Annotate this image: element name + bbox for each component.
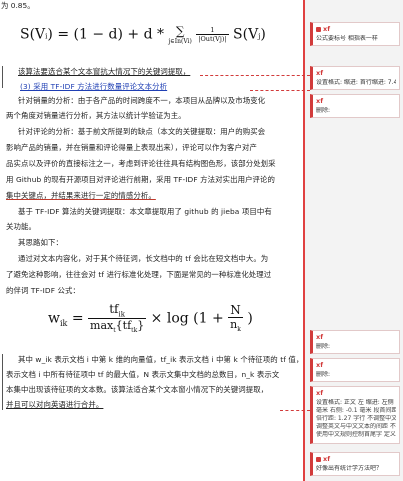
paragraph-line[interactable]: 基于 TF-IDF 算法的关键词提取：本文章提取用了 github 的 jieb… (18, 207, 300, 216)
formula-textrank: S(Vi) = (1 − d) + d * ∑ j∈In(Vi) 1 |Out(… (20, 24, 266, 45)
format-change-text: 设置格式: 缩进: 首行缩进: 7.4 毫米 (316, 79, 396, 86)
paragraph-line[interactable]: 并且可以对向英语进行合并。 (6, 400, 300, 409)
paragraph-line[interactable]: 的伴词 TF-IDF 公式： (6, 286, 300, 295)
paragraph-line[interactable]: 其思路如下： (18, 238, 300, 247)
paragraph-line[interactable]: 用 Github 的现有开源项目对评论进行前期，采用 TF-IDF 方法对实出用… (6, 175, 300, 184)
format-detail: 倍行距: 1.27 字行 不调整中文与单 (316, 415, 396, 422)
paragraph-line[interactable]: 针对评论的分析：基于前文所提到的缺点（本文的关键提取：用户的购买会 (18, 127, 300, 136)
comment-card[interactable]: xf 好像出有统计学方法吧？ (310, 452, 400, 476)
change-bar (2, 354, 3, 410)
change-bar (2, 66, 3, 88)
comment-icon (316, 26, 321, 32)
deletion-label: 删除: (316, 371, 331, 378)
comment-card[interactable]: xf 公式要标号 相指表一样 (310, 22, 400, 46)
comment-text: 公式要标号 相指表一样 (316, 35, 378, 42)
comment-connector (250, 90, 310, 91)
format-detail: 毫米 右侧: -0.1 毫米 段首间距: 段 (316, 407, 396, 414)
paragraph-line[interactable]: 了避免这种影响，往往会对 tf 进行标准化处理，下面是常见的一种标准化处理过 (6, 270, 300, 279)
top-fragment: 为 0.85。 (1, 1, 35, 10)
formula-tfidf: wik = tfik maxt{tftk} × log (1 + N nk ) (48, 302, 253, 335)
comment-connector (200, 75, 310, 76)
paragraph-line[interactable]: 影响产品的销量，并在销量和评论得量上表现出来），评论可以作为客户对产 (6, 143, 300, 152)
format-detail: 使用中文规则控制首尾字 定义网格 (316, 431, 396, 438)
format-change-text: 设置格式: 正文 左 缩进: 左侧 7 (316, 399, 396, 406)
paragraph-line[interactable]: 表示文档 i 中所有待征项中 tf 的最大值，N 表示文集中文档的总数目，n_k… (6, 370, 300, 379)
comment-text: 好像出有统计学方法吧？ (316, 465, 383, 472)
paragraph-line[interactable]: 本集中出现该待征项的文本数。该算法适合某个文本窗小情况下的关键词提取， (6, 385, 300, 394)
document-page[interactable]: 为 0.85。 S(Vi) = (1 − d) + d * ∑ j∈In(Vi)… (0, 0, 303, 481)
deletion-card[interactable]: xf 删除: (310, 358, 400, 382)
deletion-label: 删除: (316, 343, 331, 350)
paragraph-line[interactable]: 关功能。 (6, 222, 300, 231)
deletion-card[interactable]: xf 删除: (310, 94, 400, 118)
paragraph-line[interactable]: 品实点以及评价的直接标注之一，考虑到评论往往具有结构图色形，该部分处划采 (6, 159, 300, 168)
paragraph-line[interactable]: 针对销量的分析：由于各产品的时间跨度不一，本项目从品牌以及市场变化 (18, 96, 300, 105)
paragraph-line[interactable]: 集中关键点，并结果来进行一定的情感分析。 (6, 191, 300, 200)
deletion-card[interactable]: xf 删除: (310, 330, 400, 354)
comment-icon (316, 456, 321, 462)
format-detail: 调整英文与中文文本的间距 不允许 (316, 423, 396, 430)
format-change-card[interactable]: xf 设置格式: 正文 左 缩进: 左侧 7 毫米 右侧: -0.1 毫米 段首… (310, 386, 400, 444)
paragraph-line[interactable]: 两个角度对销量进行分析，其方法以统计学验证为主。 (6, 111, 300, 120)
comment-connector (280, 410, 310, 411)
deletion-label: 删除: (316, 107, 331, 114)
paragraph-line[interactable]: 其中 w_ik 表示文档 i 中第 k 维的向量值，tf_ik 表示文档 i 中… (18, 355, 300, 364)
format-change-card[interactable]: xf 设置格式: 缩进: 首行缩进: 7.4 毫米 (310, 66, 400, 90)
paragraph-line[interactable]: 通过对文本内容化，对于其个待征词，长文档中的 tf 会比在短文档中大。为 (18, 254, 300, 263)
